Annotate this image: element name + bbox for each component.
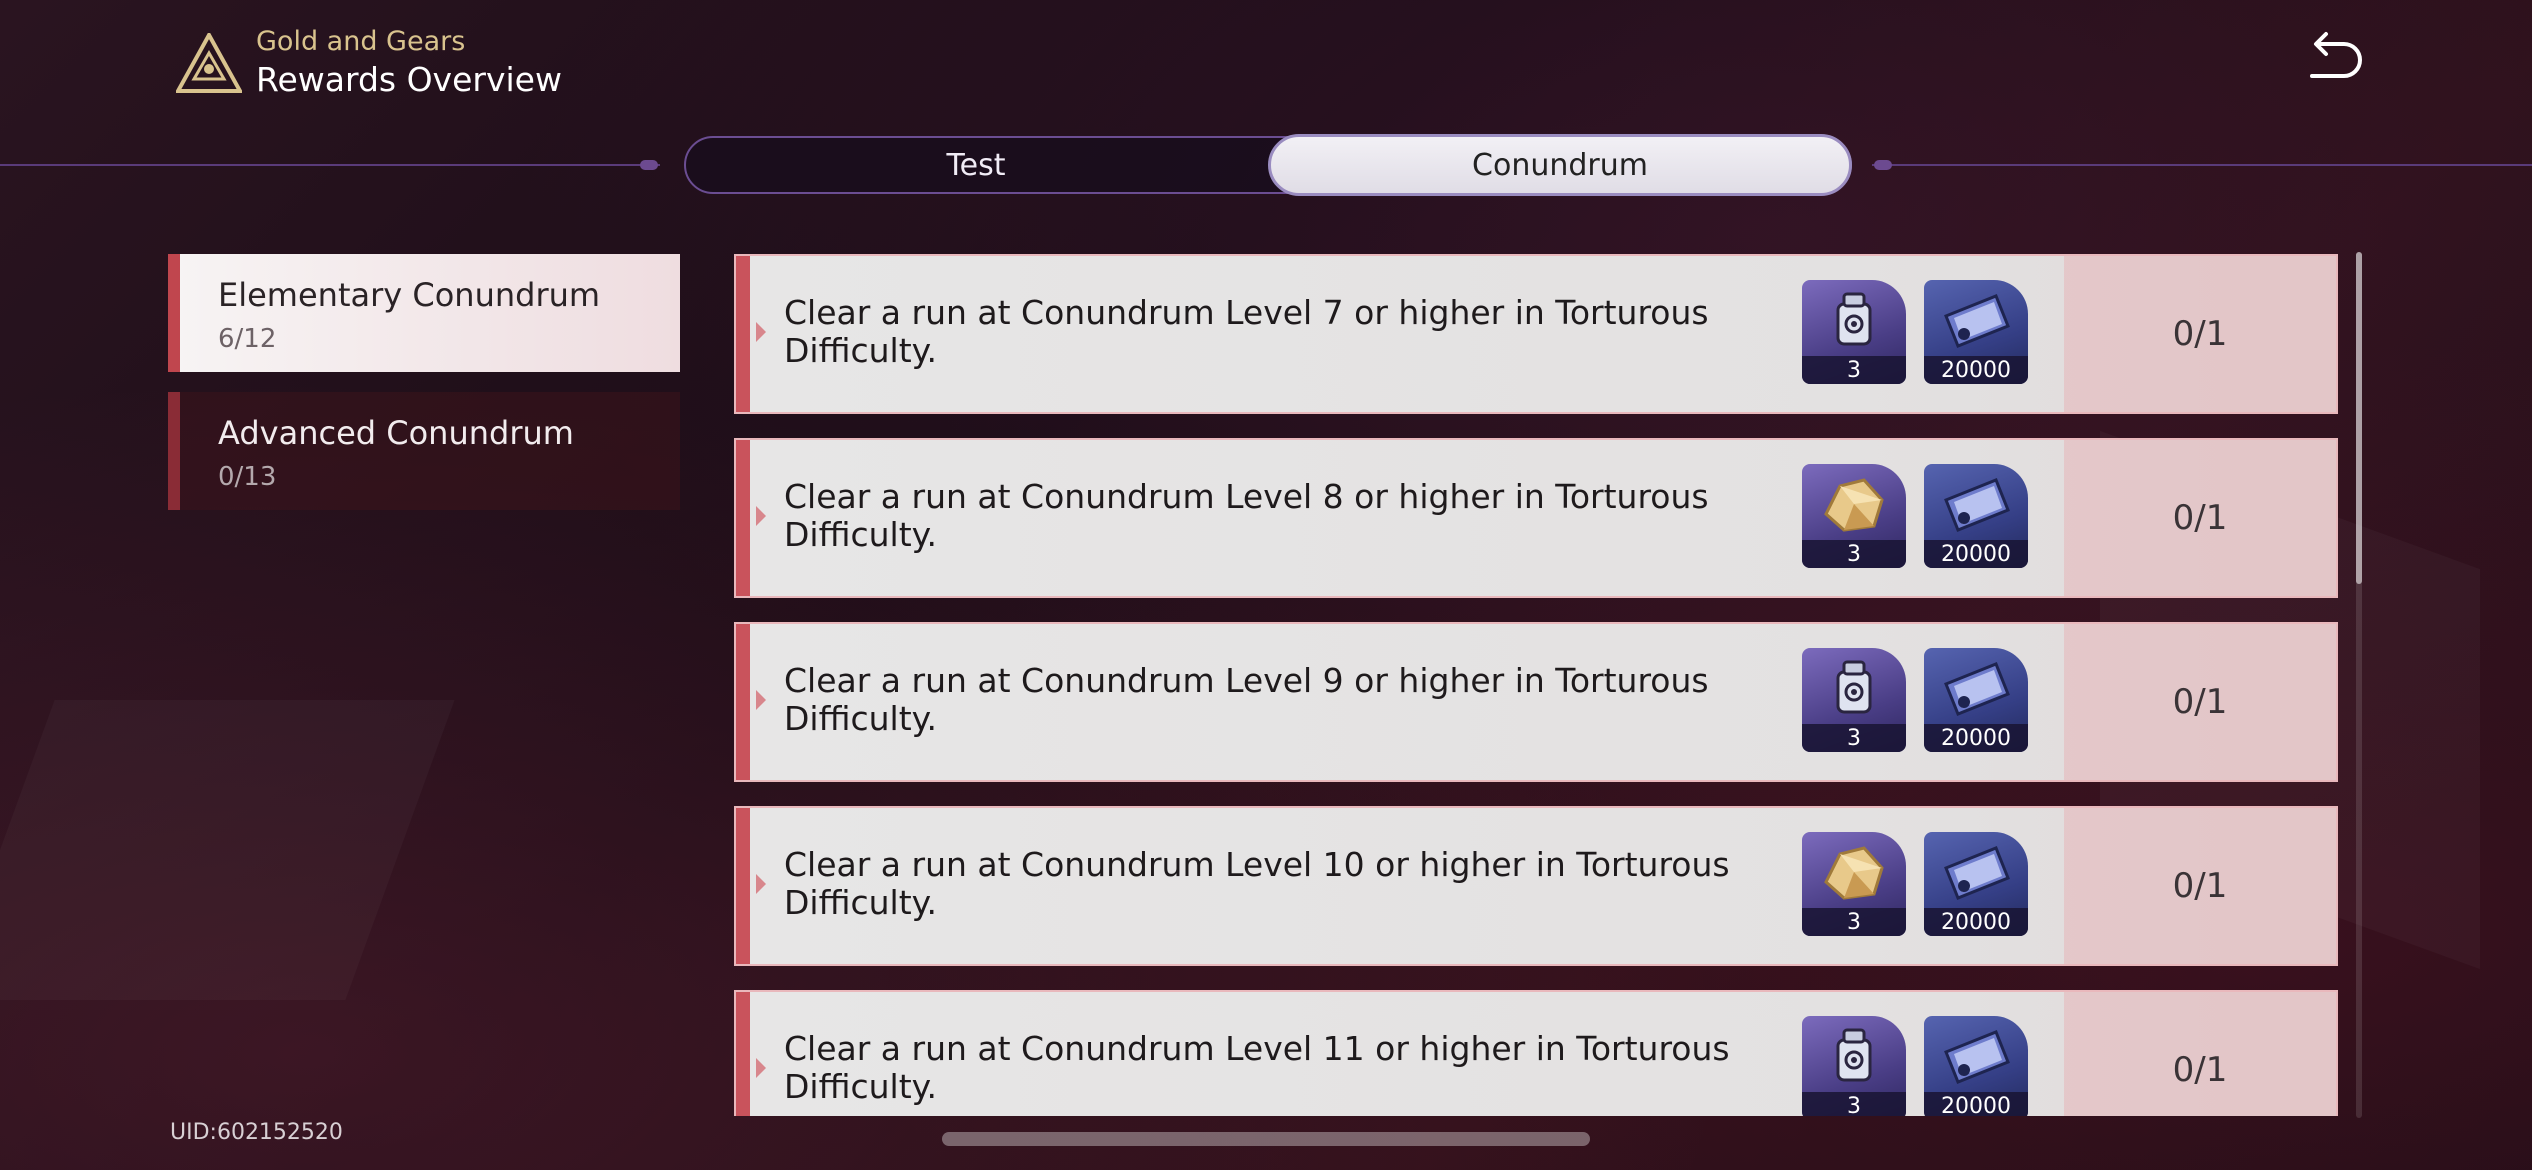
sidebar-item-count: 6/12 <box>218 324 277 354</box>
sidebar-item-elementary-conundrum[interactable]: Elementary Conundrum 6/12 <box>168 254 680 372</box>
mission-progress: 0/1 <box>2172 682 2228 722</box>
page-title: Rewards Overview <box>256 60 562 99</box>
reward-quantity: 20000 <box>1924 356 2028 384</box>
page-header: Gold and Gears Rewards Overview <box>176 26 562 100</box>
header-subtitle: Gold and Gears <box>256 26 466 57</box>
reward-item[interactable]: 3 <box>1802 1016 1906 1116</box>
back-arrow-icon[interactable] <box>2304 30 2364 86</box>
mission-row[interactable]: Clear a run at Conundrum Level 10 or hig… <box>734 806 2338 966</box>
mission-row[interactable]: Clear a run at Conundrum Level 7 or high… <box>734 254 2338 414</box>
mission-progress: 0/1 <box>2172 498 2228 538</box>
expand-arrow-icon <box>756 322 766 342</box>
mission-row[interactable]: Clear a run at Conundrum Level 9 or high… <box>734 622 2338 782</box>
sidebar-item-label: Elementary Conundrum <box>218 276 601 314</box>
mission-description: Clear a run at Conundrum Level 10 or hig… <box>784 845 1730 922</box>
mission-list[interactable]: Clear a run at Conundrum Level 7 or high… <box>734 252 2338 1116</box>
reward-quantity: 3 <box>1802 1092 1906 1116</box>
reward-quantity: 3 <box>1802 356 1906 384</box>
reward-quantity: 20000 <box>1924 724 2028 752</box>
gold-and-gears-logo-icon <box>176 33 242 93</box>
reward-item[interactable]: 3 <box>1802 648 1906 752</box>
row-accent-bar <box>736 440 750 596</box>
reward-item[interactable]: 20000 <box>1924 648 2028 752</box>
expand-arrow-icon <box>756 690 766 710</box>
tab-divider-left <box>0 164 660 166</box>
reward-item[interactable]: 3 <box>1802 832 1906 936</box>
scrollbar[interactable] <box>2356 252 2362 1118</box>
mission-progress: 0/1 <box>2172 314 2228 354</box>
mission-row[interactable]: Clear a run at Conundrum Level 8 or high… <box>734 438 2338 598</box>
scrollbar-thumb[interactable] <box>2356 252 2362 584</box>
mission-row[interactable]: Clear a run at Conundrum Level 11 or hig… <box>734 990 2338 1116</box>
mission-description: Clear a run at Conundrum Level 9 or high… <box>784 661 1709 738</box>
reward-item[interactable]: 3 <box>1802 464 1906 568</box>
active-indicator <box>168 254 180 372</box>
background-shard <box>0 700 455 1000</box>
sidebar-item-label: Advanced Conundrum <box>218 414 574 452</box>
reward-quantity: 3 <box>1802 540 1906 568</box>
tab-bar: Test Conundrum <box>684 134 1852 196</box>
sidebar-item-advanced-conundrum[interactable]: Advanced Conundrum 0/13 <box>168 392 680 510</box>
reward-item[interactable]: 20000 <box>1924 832 2028 936</box>
tab-divider-dot <box>1874 160 1892 170</box>
reward-item[interactable]: 20000 <box>1924 1016 2028 1116</box>
row-accent-bar <box>736 624 750 780</box>
sidebar-item-count: 0/13 <box>218 462 277 492</box>
expand-arrow-icon <box>756 874 766 894</box>
mission-description: Clear a run at Conundrum Level 11 or hig… <box>784 1029 1730 1106</box>
expand-arrow-icon <box>756 1058 766 1078</box>
mission-description: Clear a run at Conundrum Level 7 or high… <box>784 293 1709 370</box>
uid-label: UID:602152520 <box>170 1120 343 1145</box>
tab-divider-right <box>1872 164 2532 166</box>
reward-item[interactable]: 20000 <box>1924 464 2028 568</box>
mission-progress: 0/1 <box>2172 866 2228 906</box>
reward-quantity: 20000 <box>1924 540 2028 568</box>
home-indicator[interactable] <box>942 1132 1590 1146</box>
expand-arrow-icon <box>756 506 766 526</box>
mission-progress: 0/1 <box>2172 1050 2228 1090</box>
row-accent-bar <box>736 808 750 964</box>
reward-quantity: 3 <box>1802 908 1906 936</box>
reward-quantity: 20000 <box>1924 1092 2028 1116</box>
item-indicator <box>168 392 180 510</box>
reward-quantity: 20000 <box>1924 908 2028 936</box>
tab-conundrum[interactable]: Conundrum <box>1268 134 1852 196</box>
reward-item[interactable]: 20000 <box>1924 280 2028 384</box>
tab-test[interactable]: Test <box>686 138 1266 192</box>
row-accent-bar <box>736 256 750 412</box>
reward-quantity: 3 <box>1802 724 1906 752</box>
mission-description: Clear a run at Conundrum Level 8 or high… <box>784 477 1709 554</box>
reward-item[interactable]: 3 <box>1802 280 1906 384</box>
row-accent-bar <box>736 992 750 1116</box>
tab-divider-dot <box>640 160 658 170</box>
